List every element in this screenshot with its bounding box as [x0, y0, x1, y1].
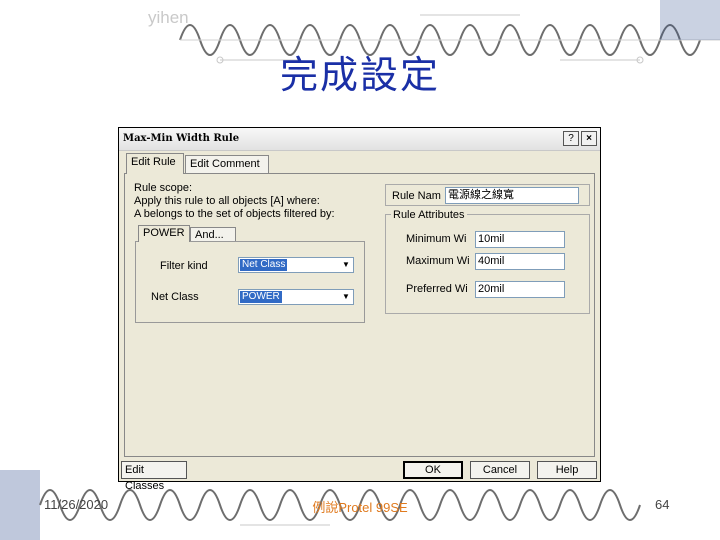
net-class-value: POWER: [240, 291, 282, 303]
max-min-width-rule-dialog: Max-Min Width Rule ? × Edit Rule Edit Co…: [118, 127, 601, 492]
tab-edit-comment[interactable]: Edit Comment: [185, 155, 269, 173]
rule-scope-text: Rule scope: Apply this rule to all objec…: [134, 182, 335, 221]
preferred-width-label: Preferred Wi: [406, 283, 468, 295]
author-watermark: yihen: [148, 8, 189, 27]
maximum-width-label: Maximum Wi: [406, 255, 470, 267]
help-icon[interactable]: ?: [563, 131, 579, 146]
inner-tab-and[interactable]: And...: [190, 227, 236, 242]
net-class-label: Net Class: [151, 291, 199, 303]
footer-center-text: 例說Protel 99SE: [312, 500, 408, 515]
net-class-select[interactable]: POWER ▼: [238, 289, 354, 305]
rule-name-label: Rule Nam: [392, 190, 441, 202]
tab-edit-rule[interactable]: Edit Rule: [126, 153, 184, 174]
edit-classes-button[interactable]: Edit Classes: [121, 461, 187, 492]
chevron-down-icon[interactable]: ▼: [339, 258, 353, 272]
preferred-width-field[interactable]: 20mil: [475, 281, 565, 298]
dialog-title: Max-Min Width Rule: [123, 133, 240, 144]
minimum-width-label: Minimum Wi: [406, 233, 467, 245]
filter-kind-select[interactable]: Net Class ▼: [238, 257, 354, 273]
maximum-width-field[interactable]: 40mil: [475, 253, 565, 270]
ok-button[interactable]: OK: [403, 461, 463, 479]
filter-kind-value: Net Class: [240, 259, 288, 271]
rule-attributes-title: Rule Attributes: [391, 209, 467, 221]
dialog-titlebar: Max-Min Width Rule ? ×: [119, 128, 600, 151]
help-button[interactable]: Help: [537, 461, 597, 479]
chevron-down-icon[interactable]: ▼: [339, 290, 353, 304]
close-icon[interactable]: ×: [581, 131, 597, 146]
filter-kind-label: Filter kind: [160, 260, 208, 272]
footer-date: 11/26/2020: [44, 497, 109, 512]
rule-name-field[interactable]: 電源線之線寬: [445, 187, 579, 204]
cancel-button[interactable]: Cancel: [470, 461, 530, 479]
page-number: 64: [655, 497, 670, 512]
inner-tab-power[interactable]: POWER: [138, 225, 190, 242]
scope-line: Apply this rule to all objects [A] where…: [134, 195, 320, 207]
scope-line: Rule scope:: [134, 182, 193, 194]
slide-title: 完成設定: [279, 53, 440, 97]
scope-line: A belongs to the set of objects filtered…: [134, 208, 335, 220]
filter-panel: [135, 241, 365, 323]
minimum-width-field[interactable]: 10mil: [475, 231, 565, 248]
